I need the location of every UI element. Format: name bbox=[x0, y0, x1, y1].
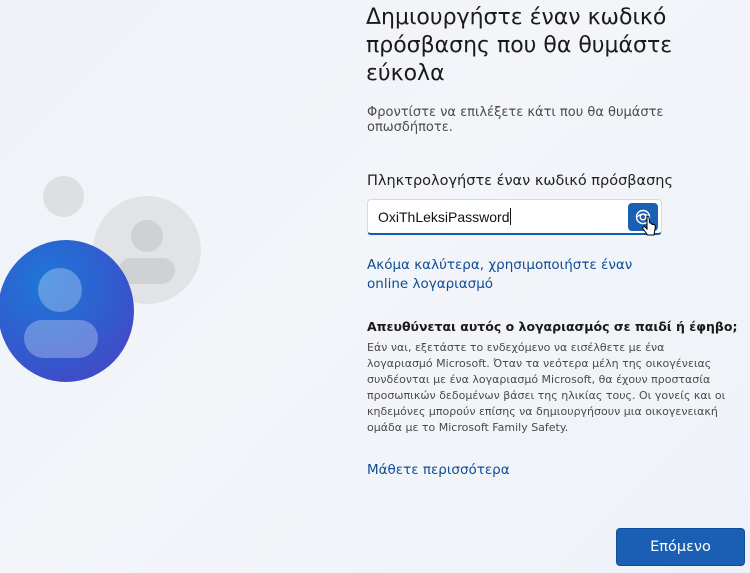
user-illustration bbox=[0, 0, 330, 573]
child-account-heading: Απευθύνεται αυτός ο λογαριασμός σε παιδί… bbox=[367, 319, 738, 334]
online-account-link[interactable]: Ακόμα καλύτερα, χρησιμοποιήστε έναν onli… bbox=[367, 256, 667, 294]
password-field[interactable] bbox=[367, 199, 662, 235]
avatar-body bbox=[24, 320, 98, 358]
text-caret bbox=[510, 208, 511, 225]
avatar-head bbox=[38, 268, 82, 312]
small-gray-circle bbox=[43, 176, 84, 217]
next-button[interactable]: Επόμενο bbox=[616, 528, 745, 566]
mouse-cursor-icon bbox=[641, 215, 657, 236]
page-subtitle: Φροντίστε να επιλέξετε κάτι που θα θυμάσ… bbox=[367, 105, 664, 135]
child-account-description: Εάν ναι, εξετάστε το ενδεχόμενο να εισέλ… bbox=[367, 341, 726, 434]
password-input[interactable] bbox=[368, 200, 628, 233]
page-title: Δημιουργήστε έναν κωδικό πρόσβασης που θ… bbox=[366, 5, 673, 86]
blue-user-avatar-icon bbox=[0, 240, 134, 382]
avatar-head bbox=[131, 220, 163, 252]
learn-more-link[interactable]: Μάθετε περισσότερα bbox=[367, 462, 510, 478]
password-label: Πληκτρολογήστε έναν κωδικό πρόσβασης bbox=[367, 173, 674, 189]
